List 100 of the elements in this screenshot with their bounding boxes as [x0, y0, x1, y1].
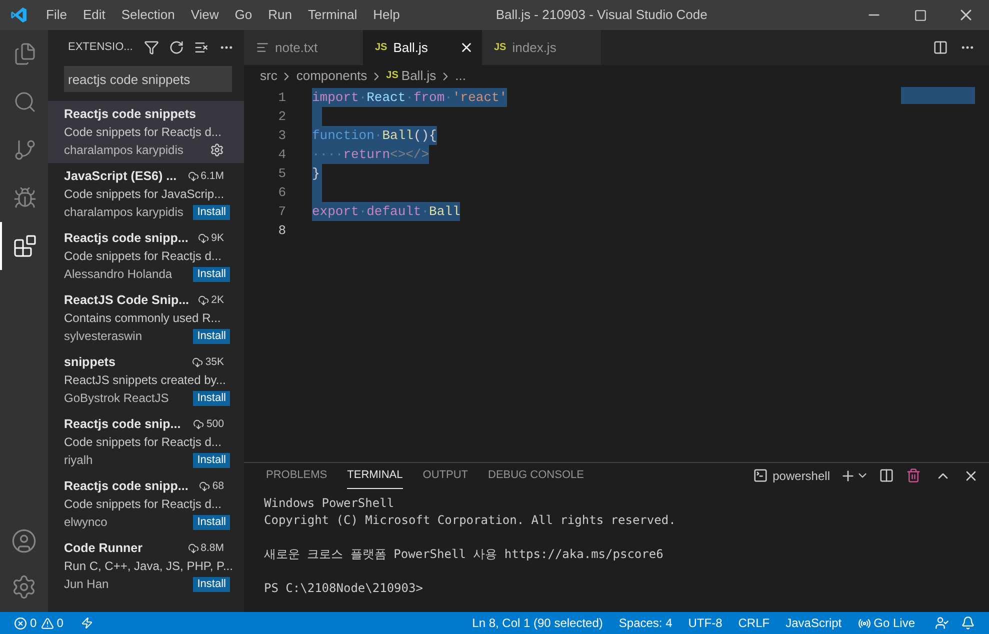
editor-tab[interactable]: JS index.js [482, 30, 601, 65]
filter-icon[interactable] [144, 40, 159, 55]
settings-icon[interactable] [11, 574, 37, 600]
install-button[interactable]: Install [193, 452, 230, 468]
menu-item[interactable]: View [182, 5, 227, 25]
menu-item[interactable]: Selection [113, 5, 183, 25]
line-number: 4 [277, 146, 286, 164]
breadcrumb-item[interactable]: Ball.js [401, 66, 436, 86]
error-icon[interactable] [14, 616, 27, 630]
line-number: 7 [277, 202, 286, 221]
search-field[interactable]: reactjs code snippets [64, 66, 232, 92]
extension-publisher: Alessandro Holanda [64, 266, 172, 283]
editor-tab[interactable]: JS Ball.js [363, 30, 482, 65]
extension-publisher: charalampos karypidis [64, 142, 184, 159]
extension-name: Code Runner [64, 540, 142, 557]
close-tab-icon[interactable] [459, 40, 474, 55]
plus-icon[interactable] [840, 468, 856, 484]
extension-description: Code snippets for JavaScrip... [64, 186, 226, 203]
download-count: 8.8M [200, 541, 224, 556]
download-count: 35K [205, 355, 224, 370]
menu-item[interactable]: Edit [74, 5, 114, 25]
install-button[interactable]: Install [193, 266, 230, 282]
status-item[interactable]: UTF-8 [680, 614, 730, 632]
breadcrumb-item[interactable]: components [296, 66, 368, 86]
extension-item[interactable]: Code Runner 8.8M Run C, C++, Java, JS, PHP, P... Jun Han Install [48, 535, 244, 597]
breadcrumb-item[interactable]: src [260, 66, 278, 86]
refresh-icon[interactable] [169, 40, 184, 55]
download-count: 2K [211, 293, 224, 308]
window-title: Ball.js - 210903 - Visual Studio Code [496, 6, 708, 24]
status-item[interactable]: JavaScript [778, 614, 850, 632]
warning-icon[interactable] [40, 616, 54, 630]
extension-item[interactable]: Reactjs code snip... 500 Code snippets for Reactjs d... riyalh Install [48, 411, 244, 473]
menu-item[interactable]: File [38, 5, 75, 25]
line-number: 2 [277, 108, 286, 126]
extension-name: Reactjs code snippets [64, 106, 196, 123]
download-icon [198, 294, 210, 306]
bell-icon[interactable] [961, 616, 975, 630]
extension-item[interactable]: Reactjs code snippets Code snippets for Reactjs d... charalampos karypidis [48, 101, 244, 163]
warning-count[interactable]: 0 [56, 614, 64, 632]
install-button[interactable]: Install [193, 514, 230, 530]
install-button[interactable]: Install [193, 390, 230, 406]
extension-description: Code snippets for Reactjs d... [64, 434, 222, 451]
panel-tab[interactable]: DEBUG CONSOLE [488, 463, 584, 488]
js-file-icon: JS [375, 42, 388, 52]
clear-list-icon[interactable] [194, 40, 209, 55]
extension-description: Run C, C++, Java, JS, PHP, P... [64, 558, 230, 575]
bug-icon [13, 186, 37, 210]
status-item[interactable]: CRLF [730, 614, 778, 632]
status-item[interactable]: Go Live [850, 614, 923, 632]
split-terminal-icon[interactable] [879, 468, 894, 484]
js-file-icon: JS [386, 71, 398, 81]
extension-item[interactable]: JavaScript (ES6) ... 6.1M Code snippets for JavaScrip... charalampos karypidis Install [48, 163, 244, 225]
split-editor-icon[interactable] [933, 40, 948, 55]
breadcrumb-item[interactable]: ... [455, 66, 466, 86]
extension-item[interactable]: ReactJS Code Snip... 2K Contains commonly used R... sylvesteraswin Install [48, 287, 244, 349]
line-number: 3 [277, 126, 286, 145]
extension-description: Code snippets for Reactjs d... [64, 248, 222, 265]
app-logo-icon [10, 6, 28, 24]
files-icon [13, 42, 37, 66]
terminal-line: PS C:\2108Node\210903> [264, 580, 424, 596]
extension-publisher: riyalh [64, 452, 93, 469]
line-number: 8 [277, 222, 286, 240]
extension-item[interactable]: Reactjs code snipp... 9K Code snippets for Reactjs d... Alessandro Holanda Install [48, 225, 244, 287]
panel-tab[interactable]: PROBLEMS [266, 463, 328, 488]
menu-item[interactable]: Help [365, 5, 408, 25]
menu-item[interactable]: Terminal [300, 5, 366, 25]
download-icon [192, 356, 204, 368]
menu-item[interactable]: Run [260, 5, 300, 25]
install-button[interactable]: Install [193, 204, 230, 220]
extension-item[interactable]: Reactjs code snipp... 68 Code snippets for Reactjs d... elwynco Install [48, 473, 244, 535]
code-editor[interactable]: 1 import·React·from·'react' 2 3 function·Ball(){ 4 ····return<></> 5 } 6 7 export·default·Ball 8 [244, 87, 989, 462]
install-button[interactable]: Install [193, 576, 230, 592]
extension-name: Reactjs code snipp... [64, 478, 188, 495]
extension-description: ReactJS snippets created by... [64, 372, 227, 389]
sidebar-title: EXTENSIO... [68, 40, 134, 56]
terminal-line: Windows PowerShell [264, 494, 396, 512]
error-count[interactable]: 0 [30, 614, 37, 632]
download-icon [188, 542, 199, 554]
gear-icon[interactable] [210, 143, 224, 157]
terminal-line: Copyright (C) Microsoft Corporation. All rights reserved. [264, 512, 677, 528]
trash-icon[interactable] [906, 468, 921, 484]
extension-name: JavaScript (ES6) ... [64, 168, 177, 185]
status-item[interactable]: Spaces: 4 [610, 614, 680, 632]
extension-publisher: elwynco [64, 514, 108, 531]
shell-name[interactable]: powershell [772, 466, 830, 485]
search-icon [13, 90, 37, 114]
install-button[interactable]: Install [193, 328, 230, 344]
extension-description: Contains commonly used R... [64, 310, 222, 327]
panel-tab[interactable]: OUTPUT [422, 463, 468, 488]
panel-tab[interactable]: TERMINAL [347, 463, 403, 488]
lightning-icon[interactable] [81, 617, 94, 629]
maximize-icon[interactable] [914, 8, 927, 22]
status-item[interactable]: Ln 8, Col 1 (90 selected) [464, 614, 611, 632]
editor-tab[interactable]: note.txt [244, 30, 363, 65]
extension-item[interactable]: snippets 35K ReactJS snippets created by... GoBystrok ReactJS Install [48, 349, 244, 411]
terminal-line: 새로운 크로스 플랫폼 PowerShell 사용 https://aka.ms/pscore6 [264, 546, 664, 562]
feedback-icon[interactable] [935, 616, 949, 630]
blocks-icon [13, 234, 37, 258]
account-icon[interactable] [11, 528, 37, 554]
menu-item[interactable]: Go [226, 5, 260, 25]
